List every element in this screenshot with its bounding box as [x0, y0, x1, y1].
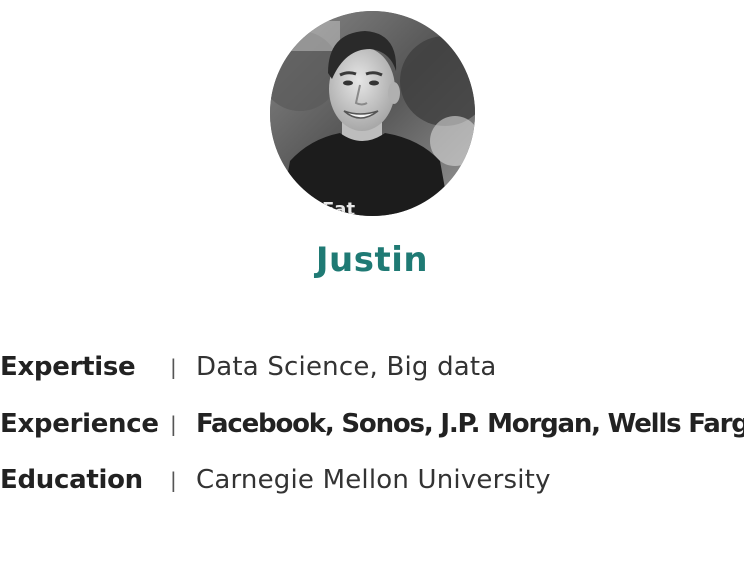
shirt-text: Eat	[322, 199, 355, 216]
detail-value: Facebook, Sonos, J.P. Morgan, Wells Farg…	[196, 409, 744, 439]
detail-row-experience: Experience | Facebook, Sonos, J.P. Morga…	[0, 404, 744, 444]
detail-value: Carnegie Mellon University	[196, 465, 551, 495]
detail-row-education: Education | Carnegie Mellon University	[0, 460, 551, 500]
detail-label: Experience	[0, 409, 159, 439]
detail-label: Expertise	[0, 352, 136, 382]
avatar: Eat	[270, 11, 475, 216]
detail-label: Education	[0, 465, 143, 495]
avatar-photo: Eat	[270, 11, 475, 216]
profile-card: Eat Justin Expertise | Data Science, Big…	[0, 0, 744, 573]
detail-separator: |	[170, 412, 177, 436]
detail-value: Data Science, Big data	[196, 352, 497, 382]
detail-row-expertise: Expertise | Data Science, Big data	[0, 347, 496, 387]
profile-name: Justin	[315, 240, 429, 280]
detail-separator: |	[170, 468, 177, 492]
detail-separator: |	[170, 355, 177, 379]
